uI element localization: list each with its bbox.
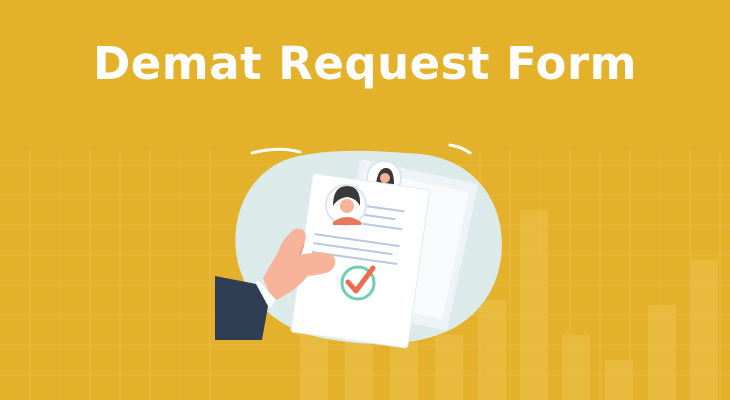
document-form-in-hand-icon [215, 143, 502, 349]
checkmark-icon [340, 265, 376, 301]
banner: Demat Request Form [0, 0, 730, 400]
person-avatar-icon [325, 184, 367, 226]
